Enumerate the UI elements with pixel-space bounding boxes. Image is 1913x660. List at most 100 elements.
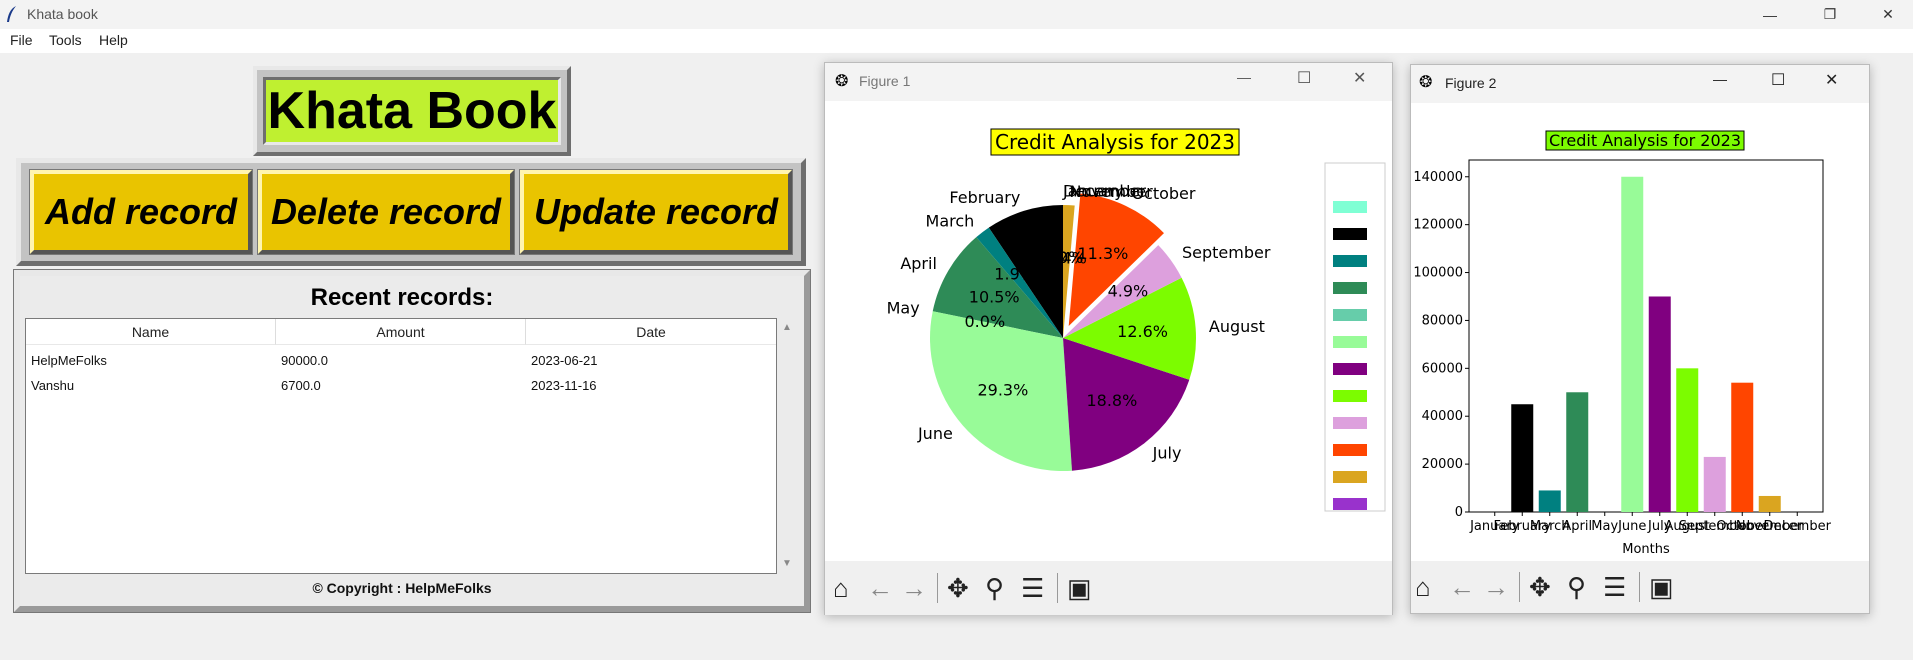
pie-category-label: December [1063, 182, 1146, 201]
y-tick-label: 20000 [1422, 457, 1463, 472]
pan-icon[interactable]: ✥ [947, 573, 969, 603]
column-header-name[interactable]: Name [26, 319, 276, 345]
minimize-icon: — [1763, 6, 1777, 23]
figure-2-window: ❂ Figure 2 — ☐ ✕ Credit Analysis for 202… [1410, 64, 1870, 614]
x-tick-label: December [1764, 519, 1832, 534]
x-tick-label: May [1591, 519, 1618, 534]
toolbar-separator [937, 573, 938, 603]
close-button[interactable]: ✕ [1858, 0, 1913, 29]
configure-icon[interactable]: ☰ [1603, 572, 1626, 602]
save-icon[interactable]: ▣ [1067, 573, 1092, 603]
pie-category-label: July [1152, 444, 1182, 463]
bar-june [1621, 176, 1644, 512]
y-tick-label: 80000 [1422, 313, 1463, 328]
cell-name: Vanshu [31, 378, 75, 393]
pie-category-label: August [1209, 317, 1265, 336]
pie-category-label: February [949, 188, 1020, 207]
close-icon[interactable]: ✕ [1353, 68, 1366, 88]
cell-amount: 6700.0 [281, 378, 321, 393]
forward-icon[interactable]: → [901, 573, 927, 603]
column-header-amount[interactable]: Amount [276, 319, 526, 345]
pie-percent-label: 0.0% [1043, 248, 1084, 267]
cell-date: 2023-06-21 [531, 353, 598, 368]
x-tick-label: April [1562, 519, 1592, 534]
bar-february [1511, 404, 1534, 512]
minimize-button[interactable]: — [1740, 0, 1800, 29]
bar-september [1703, 456, 1726, 512]
chart-title: Credit Analysis for 2023 [1549, 131, 1741, 150]
figure-1-title: Figure 1 [859, 73, 911, 89]
legend-swatch-april [1333, 282, 1367, 294]
pie-chart: Credit Analysis for 2023 January0.0%Febr… [887, 128, 1386, 512]
home-icon[interactable]: ⌂ [833, 573, 849, 603]
pan-icon[interactable]: ✥ [1529, 572, 1551, 602]
legend-swatch-may [1333, 309, 1367, 321]
legend-swatch-july [1333, 363, 1367, 375]
pie-percent-label: 1.9% [994, 265, 1035, 284]
legend-swatch-september [1333, 417, 1367, 429]
bar-november [1758, 495, 1781, 512]
toolbar-separator [1057, 573, 1058, 603]
minimize-icon[interactable]: — [1237, 69, 1251, 85]
pie-category-label: May [887, 299, 920, 318]
restore-button[interactable]: ❐ [1800, 0, 1860, 29]
y-tick-label: 0 [1455, 505, 1463, 520]
menu-file[interactable]: File [10, 32, 33, 48]
pie-percent-label: 29.3% [977, 380, 1028, 399]
pie-category-label: April [900, 254, 937, 273]
pie-percent-label: 18.8% [1086, 391, 1137, 410]
add-record-button[interactable]: Add record [29, 169, 253, 255]
feather-icon [7, 6, 16, 22]
bar-march [1538, 490, 1561, 512]
maximize-icon[interactable]: ☐ [1297, 68, 1311, 88]
restore-icon: ❐ [1823, 6, 1837, 22]
y-tick-label: 100000 [1413, 266, 1463, 281]
zoom-icon[interactable]: ⚲ [985, 573, 1004, 603]
minimize-icon[interactable]: — [1713, 71, 1727, 87]
legend-swatch-december [1333, 498, 1367, 510]
figure-1-window: ❂ Figure 1 — ☐ ✕ Credit Analysis for 202… [824, 62, 1393, 615]
legend-swatch-august [1333, 390, 1367, 402]
forward-icon[interactable]: → [1483, 572, 1509, 602]
pie-percent-label: 12.6% [1117, 322, 1168, 341]
pie-percent-label: 10.5% [969, 288, 1020, 307]
close-icon[interactable]: ✕ [1825, 70, 1838, 90]
scroll-up-arrow-icon[interactable]: ▲ [782, 322, 792, 333]
close-icon: ✕ [1882, 6, 1894, 22]
bar-october [1731, 382, 1754, 512]
bar-chart: Credit Analysis for 2023 0 20000 40000 6000… [1413, 130, 1832, 557]
delete-record-button[interactable]: Delete record [257, 169, 515, 255]
maximize-icon[interactable]: ☐ [1771, 70, 1785, 90]
save-icon[interactable]: ▣ [1649, 572, 1674, 602]
pie-category-label: September [1182, 243, 1271, 262]
zoom-icon[interactable]: ⚲ [1567, 572, 1586, 602]
scroll-down-arrow-icon[interactable]: ▼ [782, 558, 792, 569]
legend-swatch-october [1333, 444, 1367, 456]
configure-icon[interactable]: ☰ [1021, 573, 1044, 603]
toolbar-separator [1639, 572, 1640, 602]
figure-2-toolbar: ⌂ ← → ✥ ⚲ ☰ ▣ [1411, 561, 1869, 613]
x-axis-label: Months [1622, 542, 1670, 557]
bar-july [1648, 296, 1671, 512]
pie-category-label: March [926, 212, 975, 231]
back-icon[interactable]: ← [867, 573, 893, 603]
column-header-date[interactable]: Date [526, 319, 776, 345]
table-row[interactable]: Vanshu 6700.0 2023-11-16 [26, 375, 776, 399]
copyright-text: © Copyright : HelpMeFolks [312, 580, 492, 596]
y-tick-label: 40000 [1422, 409, 1463, 424]
home-icon[interactable]: ⌂ [1415, 572, 1431, 602]
update-record-button[interactable]: Update record [519, 169, 793, 255]
matplotlib-icon: ❂ [835, 73, 849, 90]
window-title: Khata book [27, 6, 98, 22]
cell-amount: 90000.0 [281, 353, 328, 368]
legend-swatch-november [1333, 471, 1367, 483]
table-row[interactable]: HelpMeFolks 90000.0 2023-06-21 [26, 350, 776, 374]
back-icon[interactable]: ← [1449, 572, 1475, 602]
menu-tools[interactable]: Tools [49, 32, 82, 48]
matplotlib-icon: ❂ [1419, 74, 1433, 91]
menu-help[interactable]: Help [99, 32, 128, 48]
pie-percent-label: 4.9% [1108, 282, 1149, 301]
menu-bar [0, 29, 1913, 53]
legend-swatch-march [1333, 255, 1367, 267]
figure-1-toolbar: ⌂ ← → ✥ ⚲ ☰ ▣ [825, 561, 1392, 615]
